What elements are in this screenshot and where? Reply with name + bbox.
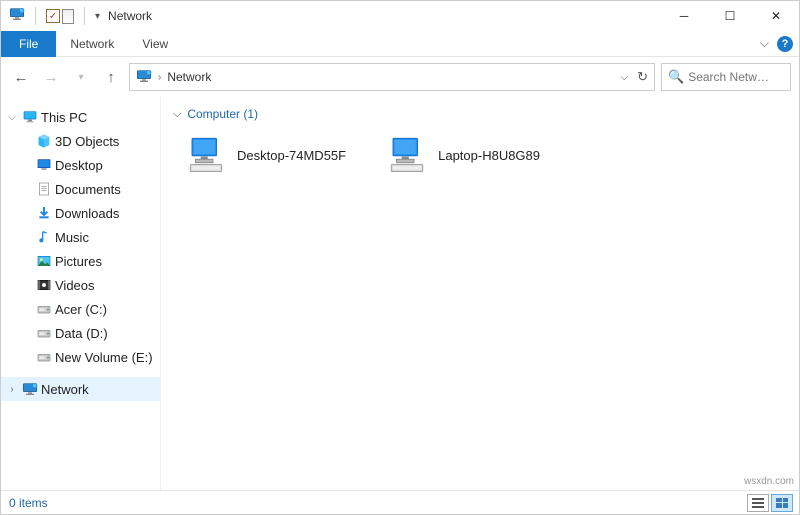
chevron-right-icon[interactable]: ›	[5, 384, 19, 395]
group-label: Computer (1)	[187, 107, 258, 121]
sidebar-item-acer-c-[interactable]: Acer (C:)	[1, 297, 160, 321]
status-text: 0 items	[9, 496, 48, 510]
help-icon[interactable]: ?	[777, 36, 793, 52]
computer-item[interactable]: Laptop-H8U8G89	[386, 133, 540, 178]
navigation-pane: ⌵ This PC 3D Objects Desktop Documents D…	[1, 97, 161, 490]
minimize-button[interactable]: ─	[661, 1, 707, 31]
watermark: wsxdn.com	[744, 476, 794, 487]
search-icon: 🔍	[668, 69, 684, 85]
sidebar-item-videos[interactable]: Videos	[1, 273, 160, 297]
sidebar-item-desktop[interactable]: Desktop	[1, 153, 160, 177]
download-icon	[35, 205, 53, 221]
sidebar-item-3d-objects[interactable]: 3D Objects	[1, 129, 160, 153]
refresh-button[interactable]: ↻	[637, 69, 648, 85]
tree-network[interactable]: › Network	[1, 377, 160, 401]
drive-icon	[35, 349, 53, 365]
maximize-button[interactable]: ☐	[707, 1, 753, 31]
ribbon-tab-view[interactable]: View	[128, 31, 182, 57]
tree-this-pc[interactable]: ⌵ This PC	[1, 105, 160, 129]
drive-icon	[35, 325, 53, 341]
ribbon-collapse-icon[interactable]: ⌵	[760, 36, 769, 51]
group-header-computer[interactable]: ⌵ Computer (1)	[173, 107, 787, 121]
qa-dropdown-icon[interactable]: ▾	[95, 11, 100, 22]
computer-icon	[386, 133, 428, 178]
nav-history-dropdown[interactable]: ▾	[69, 65, 93, 89]
content-pane: ⌵ Computer (1) Desktop-74MD55F Laptop-H8…	[161, 97, 799, 490]
address-bar[interactable]: › Network ⌵ ↻	[129, 63, 655, 91]
nav-up-button[interactable]: ↑	[99, 65, 123, 89]
desktop-icon	[35, 157, 53, 173]
picture-icon	[35, 253, 53, 269]
search-input[interactable]: 🔍	[661, 63, 791, 91]
sidebar-item-data-d-[interactable]: Data (D:)	[1, 321, 160, 345]
sidebar-item-new-volume-e-[interactable]: New Volume (E:)	[1, 345, 160, 369]
computer-label: Laptop-H8U8G89	[438, 148, 540, 163]
chevron-right-icon[interactable]: ›	[158, 72, 161, 83]
address-icon	[136, 68, 152, 87]
this-pc-icon	[21, 109, 39, 125]
computer-item[interactable]: Desktop-74MD55F	[185, 133, 346, 178]
view-large-icons-button[interactable]	[771, 494, 793, 512]
chevron-down-icon[interactable]: ⌵	[173, 108, 181, 121]
sidebar-item-pictures[interactable]: Pictures	[1, 249, 160, 273]
computer-icon	[185, 133, 227, 178]
address-segment[interactable]: Network	[167, 70, 211, 84]
sidebar-item-downloads[interactable]: Downloads	[1, 201, 160, 225]
address-dropdown-icon[interactable]: ⌵	[620, 72, 628, 83]
file-tab[interactable]: File	[1, 31, 56, 57]
video-icon	[35, 277, 53, 293]
computer-label: Desktop-74MD55F	[237, 148, 346, 163]
nav-back-button[interactable]: ←	[9, 65, 33, 89]
ribbon-tab-network[interactable]: Network	[56, 31, 128, 57]
view-details-button[interactable]	[747, 494, 769, 512]
chevron-down-icon[interactable]: ⌵	[5, 112, 19, 123]
nav-forward-button[interactable]: →	[39, 65, 63, 89]
music-icon	[35, 229, 53, 245]
drive-icon	[35, 301, 53, 317]
window-title: Network	[108, 9, 152, 23]
app-icon	[9, 6, 25, 27]
sidebar-item-music[interactable]: Music	[1, 225, 160, 249]
network-icon	[21, 381, 39, 397]
search-field[interactable]	[688, 70, 784, 84]
document-icon	[35, 181, 53, 197]
qa-properties-icon[interactable]: ✓	[46, 9, 60, 23]
close-button[interactable]: ✕	[753, 1, 799, 31]
sidebar-item-documents[interactable]: Documents	[1, 177, 160, 201]
qa-newfolder-icon[interactable]	[62, 9, 74, 24]
cube-icon	[35, 133, 53, 149]
